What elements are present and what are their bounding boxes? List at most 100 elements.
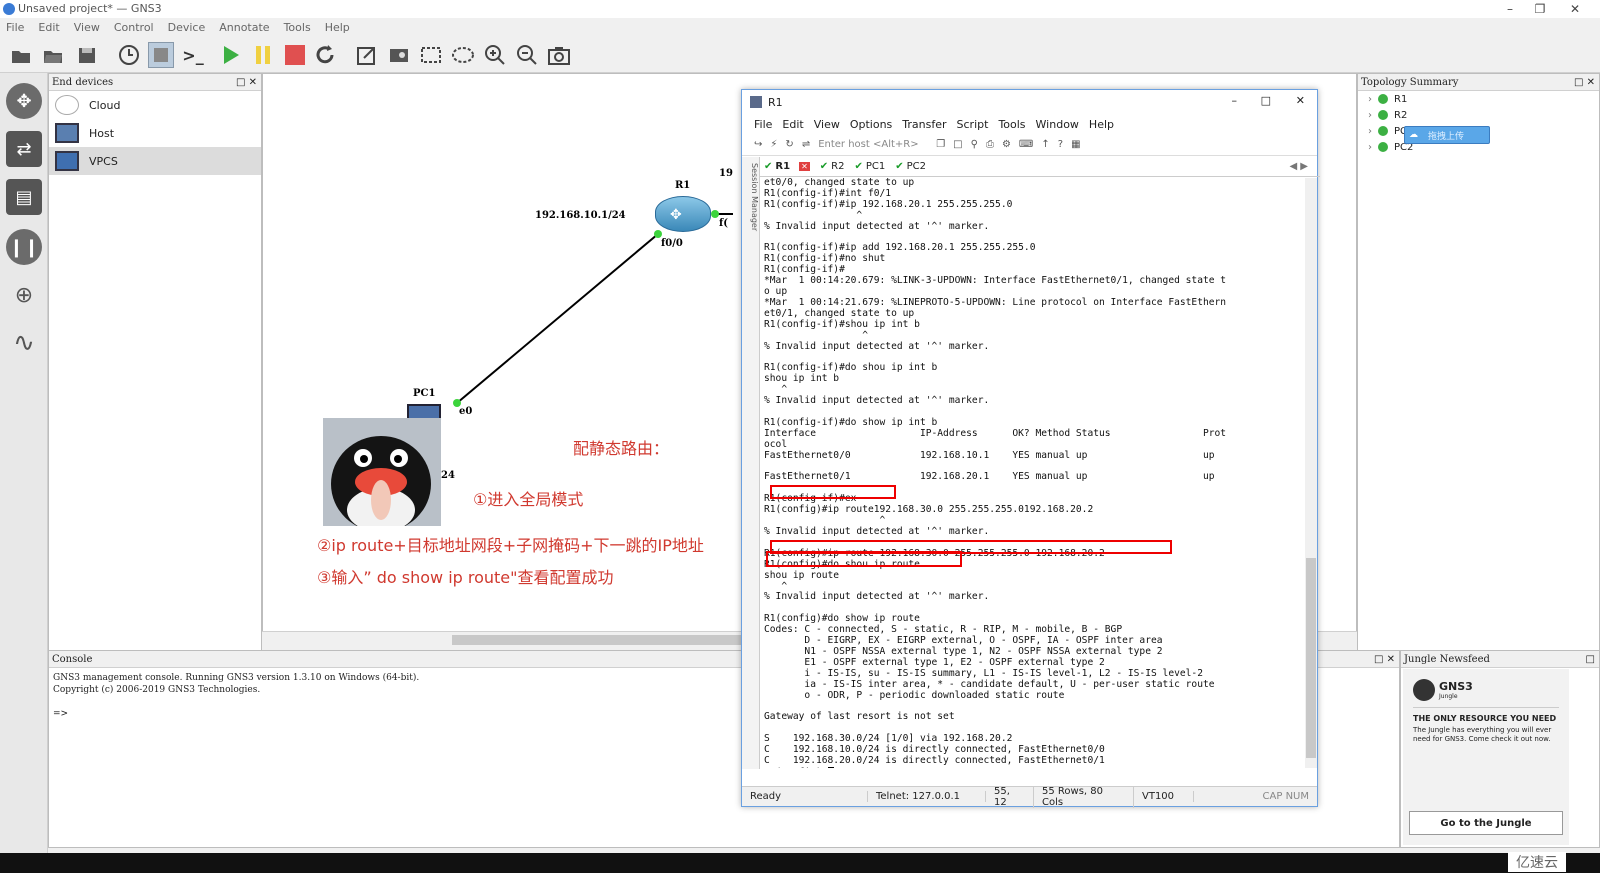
start-all-icon[interactable] <box>218 42 244 68</box>
keymap-icon[interactable]: ⌨ <box>1019 139 1033 150</box>
reload-all-icon[interactable] <box>312 42 338 68</box>
add-link-icon[interactable]: ∿ <box>6 325 42 361</box>
terminal-output[interactable]: et0/0, changed state to up R1(config-if)#… <box>764 178 1309 768</box>
reconnect-icon[interactable]: ↻ <box>785 139 793 150</box>
save-project-icon[interactable] <box>74 42 100 68</box>
dock-close-icon[interactable]: □ ✕ <box>1374 651 1395 668</box>
copy-icon[interactable]: ❐ <box>936 139 945 150</box>
host-input[interactable]: Enter host <Alt+R> <box>818 139 928 150</box>
go-to-jungle-button[interactable]: Go to the Jungle <box>1409 811 1563 835</box>
upload-overlay-button[interactable]: ☁ 拖拽上传 <box>1404 126 1490 144</box>
taskbar-strip <box>0 853 1600 873</box>
zoom-out-icon[interactable] <box>514 42 540 68</box>
routers-category-icon[interactable]: ✥ <box>6 83 42 119</box>
terminal-cursor <box>827 766 834 768</box>
stop-all-icon[interactable] <box>282 42 308 68</box>
annotation-step1[interactable]: ①进入全局模式 <box>473 486 583 510</box>
add-note-icon[interactable] <box>354 42 380 68</box>
crt-menu-window[interactable]: Window <box>1036 118 1079 131</box>
crt-close-button[interactable]: ✕ <box>1296 94 1305 107</box>
crt-menu-script[interactable]: Script <box>957 118 989 131</box>
status-green-icon <box>1378 94 1388 104</box>
connected-check-icon: ✔ <box>895 161 904 172</box>
terminal-line: % Invalid input detected at '^' marker. <box>764 591 990 603</box>
terminal-vertical-scrollbar[interactable] <box>1305 178 1317 768</box>
router-r1-icon[interactable]: ✥ <box>655 196 711 232</box>
draw-rectangle-icon[interactable] <box>418 42 444 68</box>
maximize-button[interactable]: ❐ <box>1525 0 1555 18</box>
connect-icon[interactable]: ↪ <box>754 139 762 150</box>
quick-connect-icon[interactable]: ⚡ <box>770 139 777 150</box>
suspend-all-icon[interactable] <box>250 42 276 68</box>
print-icon[interactable]: ⎙ <box>986 139 994 150</box>
tab-scroll-arrows-icon[interactable]: ◀ ▶ <box>1289 161 1308 172</box>
r1-ip-label: 192.168.10.1/24 <box>535 210 626 221</box>
device-host[interactable]: Host <box>49 119 261 147</box>
topo-item-r2[interactable]: › R2 <box>1358 107 1599 123</box>
dock-float-icon[interactable]: □ <box>1586 651 1595 668</box>
crt-menu-edit[interactable]: Edit <box>782 118 803 131</box>
dock-close-icon[interactable]: □ ✕ <box>236 74 257 91</box>
device-cloud[interactable]: Cloud <box>49 91 261 119</box>
crt-menu-view[interactable]: View <box>814 118 840 131</box>
topo-item-r1[interactable]: › R1 <box>1358 91 1599 107</box>
map-icon[interactable]: ▦ <box>1071 139 1080 150</box>
end-devices-title: End devices □ ✕ <box>49 74 261 91</box>
securecrt-window[interactable]: R1 – □ ✕ File Edit View Options Transfer… <box>741 89 1320 808</box>
status-caps-num: CAP NUM <box>1262 791 1309 802</box>
crt-menu-options[interactable]: Options <box>850 118 892 131</box>
menu-tools[interactable]: Tools <box>284 21 311 34</box>
menu-device[interactable]: Device <box>168 21 206 34</box>
open-project-icon[interactable] <box>40 42 66 68</box>
draw-ellipse-icon[interactable] <box>450 42 476 68</box>
session-manager-sidebar[interactable]: Session Manager <box>742 157 760 769</box>
snapshot-clock-icon[interactable] <box>116 42 142 68</box>
new-project-icon[interactable] <box>8 42 34 68</box>
menu-view[interactable]: View <box>74 21 100 34</box>
jungle-newsfeed-dock: Jungle Newsfeed □ GNS3 Jungle THE ONLY RE… <box>1400 650 1600 848</box>
menu-annotate[interactable]: Annotate <box>219 21 269 34</box>
device-vpcs[interactable]: VPCS <box>49 147 261 175</box>
tab-pc1[interactable]: ✔ PC1 <box>854 161 885 172</box>
minimize-button[interactable]: – <box>1495 0 1525 18</box>
crt-menu-help[interactable]: Help <box>1089 118 1114 131</box>
scroll-thumb[interactable] <box>1306 558 1316 758</box>
screenshot-camera-icon[interactable] <box>546 42 572 68</box>
device-label: Host <box>89 126 115 140</box>
annotation-title[interactable]: 配静态路由： <box>573 435 669 459</box>
disconnect-icon[interactable]: ⇌ <box>802 139 810 150</box>
menu-help[interactable]: Help <box>325 21 350 34</box>
end-devices-category-icon[interactable]: ▤ <box>6 179 42 215</box>
tab-r1[interactable]: ✔ R1 ✕ <box>764 161 810 172</box>
security-devices-category-icon[interactable]: ❙❙ <box>6 229 42 265</box>
zoom-in-icon[interactable] <box>482 42 508 68</box>
crt-minimize-button[interactable]: – <box>1232 94 1238 107</box>
crt-maximize-button[interactable]: □ <box>1261 94 1271 107</box>
paste-icon[interactable]: □ <box>953 139 962 150</box>
show-interface-labels-icon[interactable] <box>148 42 174 68</box>
console-all-icon[interactable]: >_ <box>180 42 206 68</box>
crt-menu-file[interactable]: File <box>754 118 772 131</box>
tab-close-icon[interactable]: ✕ <box>799 162 810 171</box>
menu-control[interactable]: Control <box>114 21 154 34</box>
annotation-step2[interactable]: ②ip route+目标地址网段+子网掩码+下一跳的IP地址 <box>317 532 704 556</box>
all-devices-category-icon[interactable]: ⊕ <box>6 277 42 313</box>
sftp-icon[interactable]: ↑ <box>1041 139 1049 150</box>
menu-edit[interactable]: Edit <box>38 21 59 34</box>
crt-menu-tools[interactable]: Tools <box>998 118 1025 131</box>
crt-menu-transfer[interactable]: Transfer <box>902 118 946 131</box>
scroll-thumb[interactable] <box>452 635 742 645</box>
find-icon[interactable]: ⚲ <box>971 139 978 150</box>
tab-pc2[interactable]: ✔ PC2 <box>895 161 926 172</box>
close-button[interactable]: ✕ <box>1560 0 1590 18</box>
menu-file[interactable]: File <box>6 21 24 34</box>
help-icon[interactable]: ? <box>1058 139 1063 150</box>
settings-gear-icon[interactable]: ⚙ <box>1002 139 1011 150</box>
insert-picture-icon[interactable] <box>386 42 412 68</box>
dock-close-icon[interactable]: □ ✕ <box>1574 74 1595 91</box>
connected-check-icon: ✔ <box>854 161 863 172</box>
status-green-icon <box>1378 110 1388 120</box>
switches-category-icon[interactable]: ⇄ <box>6 131 42 167</box>
tab-r2[interactable]: ✔ R2 <box>820 161 845 172</box>
annotation-step3[interactable]: ③输入” do show ip route"查看配置成功 <box>317 564 614 588</box>
